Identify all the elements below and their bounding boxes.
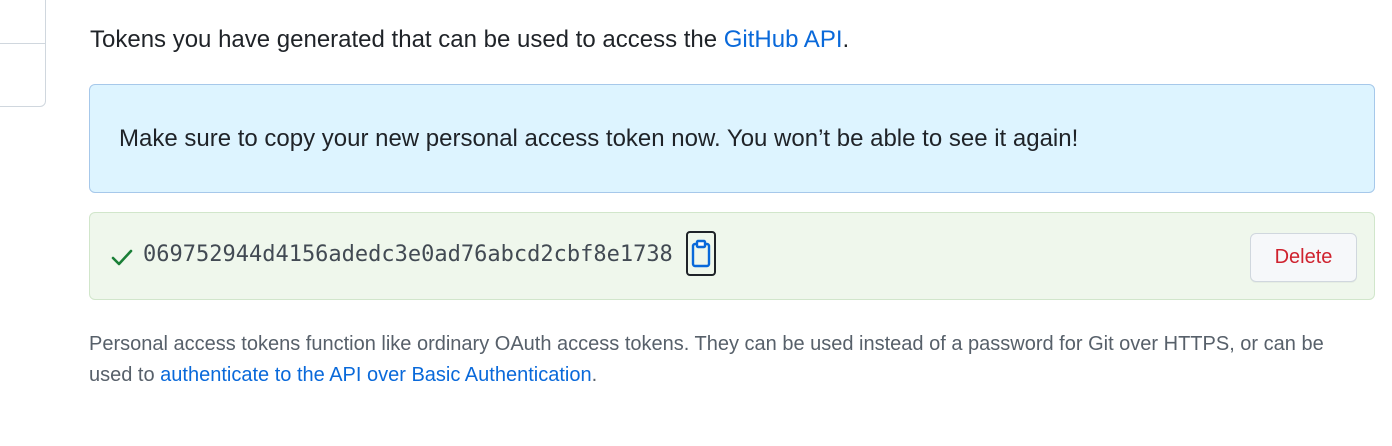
intro-text-after: .	[842, 26, 850, 53]
clipboard-icon	[691, 239, 711, 267]
intro-text-before: Tokens you have generated that can be us…	[90, 26, 724, 53]
copy-token-warning-banner: Make sure to copy your new personal acce…	[89, 84, 1375, 193]
side-menu-fragment	[0, 0, 46, 107]
intro-text: Tokens you have generated that can be us…	[90, 24, 849, 56]
delete-token-button[interactable]: Delete	[1250, 233, 1357, 282]
basic-auth-link[interactable]: authenticate to the API over Basic Authe…	[160, 364, 591, 386]
check-icon	[111, 249, 133, 266]
github-api-link[interactable]: GitHub API	[724, 26, 843, 53]
token-settings-page: Tokens you have generated that can be us…	[0, 0, 1392, 446]
note-text-after: .	[591, 364, 598, 386]
token-value[interactable]: 069752944d4156adedc3e0ad76abcd2cbf8e1738	[143, 239, 673, 271]
token-usage-note: Personal access tokens function like ord…	[89, 329, 1369, 391]
new-token-row: 069752944d4156adedc3e0ad76abcd2cbf8e1738…	[89, 212, 1375, 300]
warning-message: Make sure to copy your new personal acce…	[119, 125, 1079, 152]
copy-token-button[interactable]	[686, 231, 716, 276]
side-menu-divider	[0, 43, 45, 44]
